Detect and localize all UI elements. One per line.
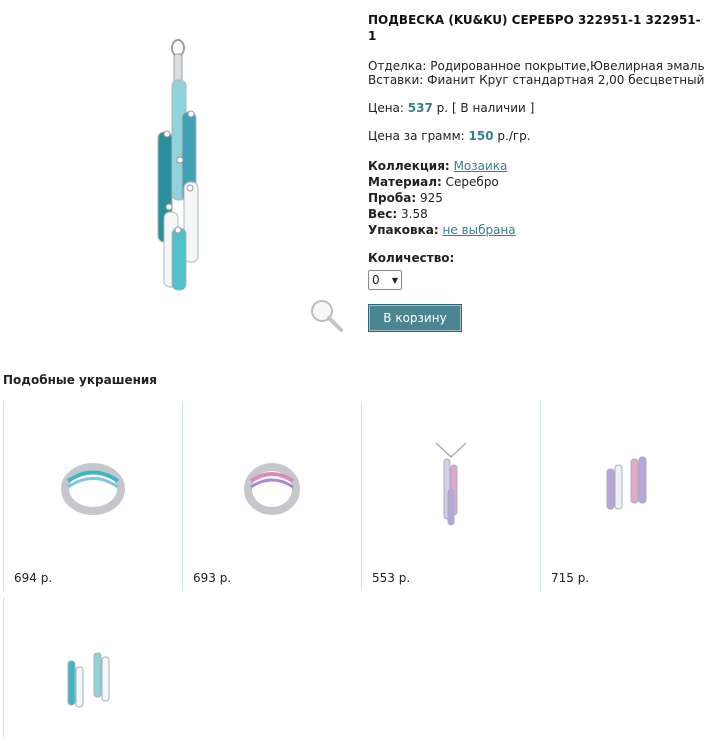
weight-label: Вес: [368,207,398,221]
similar-item-price: 694 р. [14,571,53,585]
per-gram-value: 150 [468,129,494,143]
ring-icon [227,439,317,529]
proba-label: Проба: [368,191,417,205]
quantity-label: Количество: [368,251,455,265]
similar-item[interactable] [3,597,182,737]
per-gram-label: Цена за грамм: [368,129,465,143]
similar-item[interactable]: 694 р. [3,401,182,591]
quantity-select[interactable]: 0 ▼ [368,270,402,290]
similar-heading: Подобные украшения [3,373,158,387]
chevron-down-icon: ▼ [391,275,398,285]
pendant-icon [406,439,496,529]
earrings-icon [48,643,138,733]
packaging-label: Упаковка: [368,223,439,237]
similar-item-price: 553 р. [372,571,411,585]
product-image[interactable] [20,12,350,342]
similar-item[interactable]: 553 р. [361,401,540,591]
material-value: Серебро [445,175,499,189]
inserts-line: Вставки: Фианит Круг стандартная 2,00 бе… [368,73,705,87]
price-unit: р. [436,101,449,115]
quantity-value: 0 [372,273,380,287]
weight-value: 3.58 [401,207,428,221]
material-label: Материал: [368,175,442,189]
packaging-link[interactable]: не выбрана [443,223,516,237]
availability-status: [ В наличии ] [451,101,535,115]
similar-item-price: 715 р. [551,571,590,585]
collection-label: Коллекция: [368,159,450,173]
similar-item[interactable]: 715 р. [540,401,718,591]
product-title: ПОДВЕСКА (KU&KU) СЕРЕБРО 322951-1 322951… [368,13,701,43]
collection-link[interactable]: Мозаика [454,159,508,173]
product-info: ПОДВЕСКА (KU&KU) СЕРЕБРО 322951-1 322951… [368,12,708,332]
ring-icon [48,439,138,529]
price-value: 537 [407,101,433,115]
price-line: Цена: 537 р. [ В наличии ] [368,101,708,115]
proba-value: 925 [419,191,443,205]
price-label: Цена: [368,101,404,115]
per-gram-line: Цена за грамм: 150 р./гр. [368,129,708,143]
add-to-cart-button[interactable]: В корзину [368,304,462,332]
earrings-icon [585,439,675,529]
similar-item-price: 693 р. [193,571,232,585]
finish-line: Отделка: Родированное покрытие,Ювелирная… [368,59,705,73]
similar-item[interactable]: 693 р. [182,401,361,591]
zoom-icon[interactable] [306,296,346,336]
per-gram-unit: р./гр. [497,129,531,143]
